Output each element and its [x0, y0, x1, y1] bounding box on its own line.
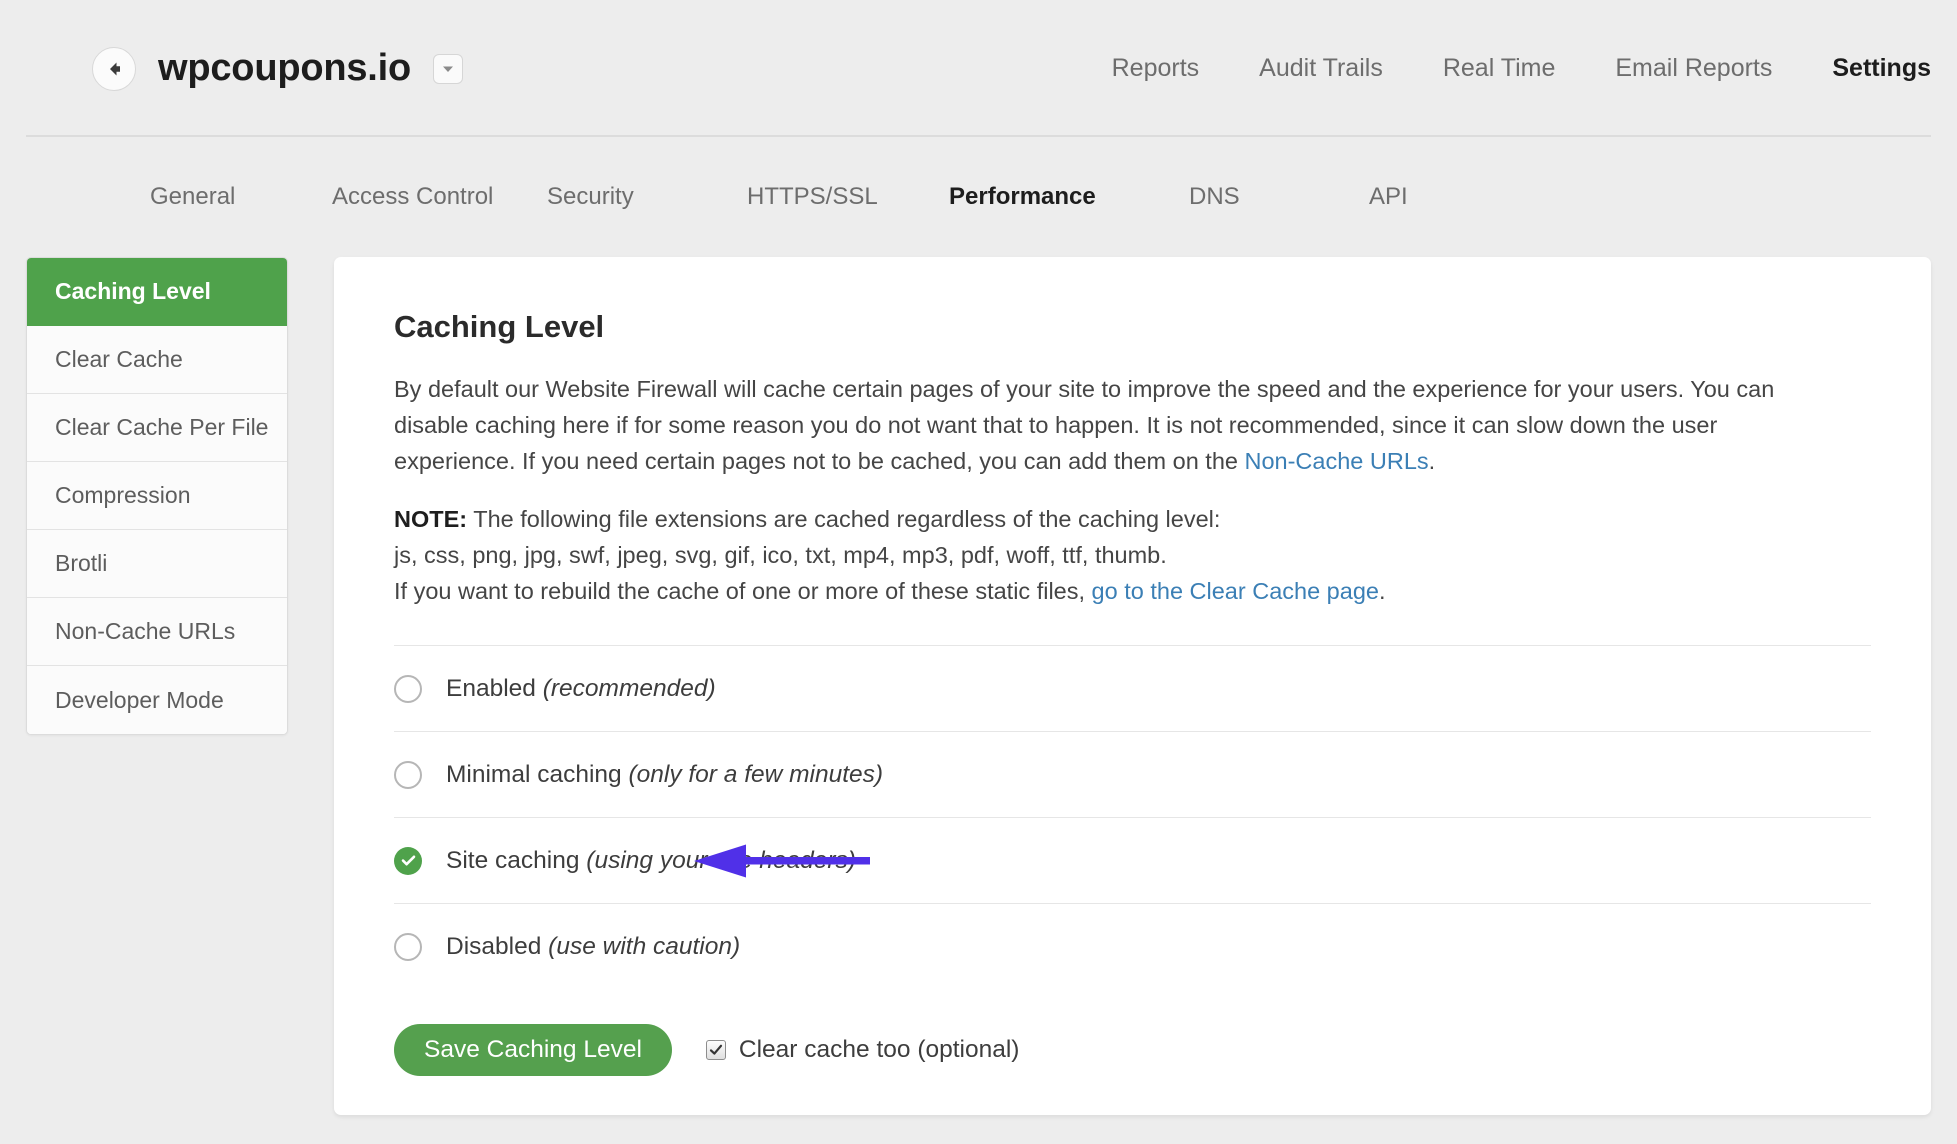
option-minimal-caching[interactable]: Minimal caching (only for a few minutes) — [394, 732, 1871, 818]
back-button[interactable] — [92, 46, 136, 91]
rebuild-text-part2: . — [1378, 578, 1386, 604]
tab-general[interactable]: General — [150, 183, 332, 211]
sidebar-item-label: Brotli — [55, 550, 108, 576]
nav-item-reports[interactable]: Reports — [1082, 54, 1230, 83]
page-title: Caching Level — [394, 309, 605, 344]
site-title: wpcoupons.io — [158, 47, 412, 89]
radio-minimal-caching[interactable] — [394, 760, 422, 789]
option-name: Disabled — [446, 933, 542, 960]
chevron-down-icon — [443, 66, 454, 72]
option-label-site-caching: Site caching (using your site headers) — [446, 847, 856, 875]
note-block: NOTE: The following file extensions are … — [394, 501, 1871, 609]
tab-dns[interactable]: DNS — [1189, 183, 1369, 211]
option-hint: (use with caution) — [548, 933, 741, 960]
intro-paragraph: By default our Website Firewall will cac… — [394, 371, 1794, 479]
radio-enabled[interactable] — [394, 674, 422, 703]
option-hint: (only for a few minutes) — [628, 760, 884, 788]
caching-level-options: Enabled (recommended) Minimal caching (o… — [394, 646, 1871, 990]
extensions-line: js, css, png, jpg, swf, jpeg, svg, gif, … — [394, 542, 1167, 568]
sidebar-item-caching-level[interactable]: Caching Level — [27, 258, 287, 326]
performance-sidebar: Caching Level Clear Cache Clear Cache Pe… — [26, 257, 288, 735]
note-line: NOTE: The following file extensions are … — [394, 501, 1871, 537]
settings-tabbar: General Access Control Security HTTPS/SS… — [0, 137, 1957, 257]
back-arrow-icon — [110, 62, 120, 75]
sidebar-item-label: Caching Level — [55, 278, 211, 304]
tab-security[interactable]: Security — [547, 183, 747, 211]
sidebar-item-label: Compression — [55, 482, 191, 508]
nav-item-audit-trails[interactable]: Audit Trails — [1229, 54, 1413, 83]
sidebar-item-label: Clear Cache Per File — [55, 414, 269, 440]
caching-level-card: Caching Level By default our Website Fir… — [334, 257, 1931, 1115]
sidebar-item-developer-mode[interactable]: Developer Mode — [27, 666, 287, 734]
option-disabled[interactable]: Disabled (use with caution) — [394, 904, 1871, 990]
radio-site-caching[interactable] — [394, 846, 422, 875]
sidebar-item-label: Developer Mode — [55, 686, 224, 713]
non-cache-urls-link[interactable]: Non-Cache URLs — [1245, 448, 1429, 474]
sidebar-item-clear-cache[interactable]: Clear Cache — [27, 326, 287, 394]
sidebar-item-compression[interactable]: Compression — [27, 462, 287, 530]
option-hint: (recommended) — [542, 674, 716, 702]
checkmark-icon — [709, 1044, 723, 1055]
option-name: Minimal caching — [446, 760, 622, 788]
option-label-disabled: Disabled (use with caution) — [446, 933, 740, 961]
sidebar-item-clear-cache-per-file[interactable]: Clear Cache Per File — [27, 394, 287, 462]
note-text: The following file extensions are cached… — [467, 506, 1221, 532]
site-switcher-button[interactable] — [433, 53, 464, 84]
sidebar-item-label: Non-Cache URLs — [55, 618, 236, 644]
radio-disabled[interactable] — [394, 933, 422, 961]
card-actions: Save Caching Level Clear cache too (opti… — [394, 1024, 1871, 1076]
rebuild-text-part1: If you want to rebuild the cache of one … — [394, 578, 1092, 604]
tab-performance[interactable]: Performance — [949, 183, 1189, 211]
tab-api[interactable]: API — [1369, 183, 1408, 211]
sidebar-item-brotli[interactable]: Brotli — [27, 530, 287, 598]
sidebar-item-label: Clear Cache — [55, 346, 183, 372]
checkbox-box[interactable] — [705, 1040, 726, 1060]
note-label: NOTE: — [394, 506, 468, 532]
option-name: Enabled — [446, 674, 536, 702]
save-caching-level-button[interactable]: Save Caching Level — [394, 1024, 672, 1076]
main-region: Caching Level Clear Cache Clear Cache Pe… — [0, 257, 1957, 1115]
nav-item-email-reports[interactable]: Email Reports — [1585, 54, 1802, 83]
nav-item-settings[interactable]: Settings — [1802, 54, 1931, 83]
tab-https-ssl[interactable]: HTTPS/SSL — [747, 183, 949, 211]
app-header: wpcoupons.io Reports Audit Trails Real T… — [0, 0, 1957, 137]
nav-item-real-time[interactable]: Real Time — [1413, 54, 1586, 83]
option-label-minimal-caching: Minimal caching (only for a few minutes) — [446, 761, 883, 789]
rebuild-line: If you want to rebuild the cache of one … — [394, 573, 1871, 609]
intro-text-part1: By default our Website Firewall will cac… — [394, 376, 1775, 474]
clear-cache-page-link[interactable]: go to the Clear Cache page — [1092, 578, 1379, 604]
sidebar-item-non-cache-urls[interactable]: Non-Cache URLs — [27, 598, 287, 666]
option-name: Site caching — [446, 846, 580, 874]
option-enabled[interactable]: Enabled (recommended) — [394, 646, 1871, 732]
option-site-caching[interactable]: Site caching (using your site headers) — [394, 818, 1871, 904]
clear-cache-too-checkbox[interactable]: Clear cache too (optional) — [705, 1036, 1020, 1064]
check-icon — [401, 855, 415, 866]
tab-access-control[interactable]: Access Control — [332, 183, 547, 211]
option-label-enabled: Enabled (recommended) — [446, 675, 716, 703]
checkbox-label: Clear cache too (optional) — [738, 1036, 1020, 1063]
intro-text-part2: . — [1428, 448, 1436, 474]
option-hint: (using your site headers) — [586, 846, 856, 874]
brand-group: wpcoupons.io — [92, 46, 464, 91]
primary-nav: Reports Audit Trails Real Time Email Rep… — [1082, 54, 1957, 83]
